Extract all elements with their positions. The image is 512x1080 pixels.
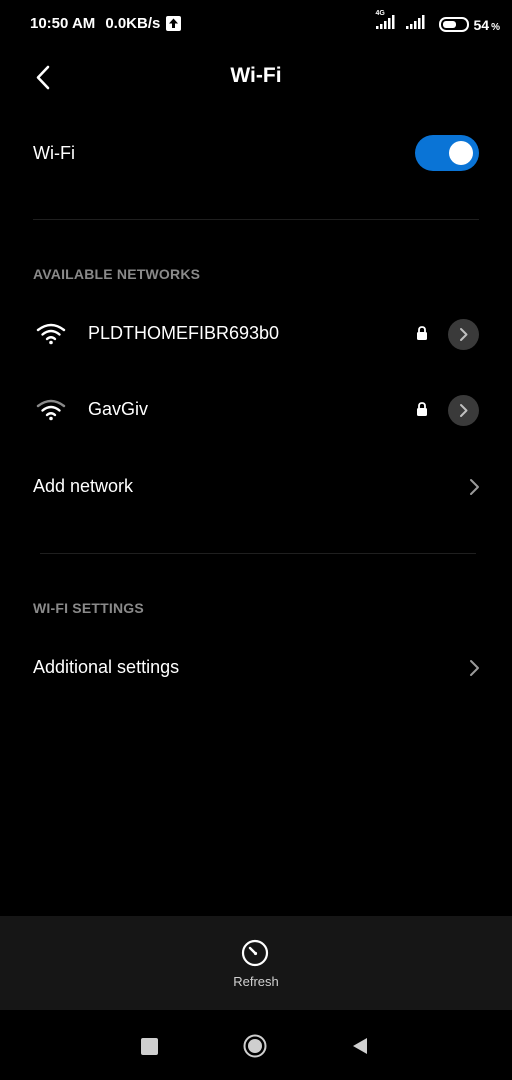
available-networks-header: AVAILABLE NETWORKS xyxy=(33,266,201,282)
cellular-signal-icon-2 xyxy=(405,14,429,35)
refresh-label: Refresh xyxy=(233,974,279,989)
wifi-signal-icon xyxy=(36,399,66,421)
network-name: PLDTHOMEFIBR693b0 xyxy=(88,323,280,343)
refresh-button[interactable]: Refresh xyxy=(206,934,306,1004)
network-details-button[interactable] xyxy=(448,319,479,350)
system-nav-bar xyxy=(0,1010,512,1080)
refresh-icon xyxy=(241,939,269,967)
chevron-right-icon xyxy=(460,328,468,341)
wifi-toggle-switch[interactable] xyxy=(415,135,479,171)
upload-arrow-icon xyxy=(166,16,182,31)
chevron-right-icon xyxy=(460,404,468,417)
home-circle-icon[interactable] xyxy=(243,1034,267,1058)
battery-level: 54 xyxy=(473,16,490,33)
network-details-button[interactable] xyxy=(448,395,479,426)
toggle-knob xyxy=(449,141,473,165)
chevron-right-icon xyxy=(470,660,479,676)
wifi-settings-screen: 10:50 AM 0.0KB/s 4G 54 % Wi-Fi Wi-Fi AVA… xyxy=(0,0,512,1080)
divider xyxy=(33,219,479,220)
status-bar: 10:50 AM 0.0KB/s 4G 54 % xyxy=(0,0,512,48)
network-item-pldthomefibr693b0[interactable]: PLDTHOMEFIBR693b0 xyxy=(0,304,512,364)
network-type-label: 4G xyxy=(375,10,385,17)
cellular-signal-icon-1: 4G xyxy=(375,10,399,35)
status-time: 10:50 AM xyxy=(30,15,96,32)
network-speed: 0.0KB/s xyxy=(105,15,161,32)
lock-icon xyxy=(417,402,427,416)
status-right: 4G 54 % xyxy=(375,10,500,35)
chevron-right-icon xyxy=(470,479,479,495)
action-bar: Refresh xyxy=(0,916,512,1010)
lock-icon xyxy=(417,326,427,340)
wifi-signal-icon xyxy=(36,323,66,345)
recents-square-icon[interactable] xyxy=(141,1038,158,1055)
wifi-toggle-label: Wi-Fi xyxy=(33,143,75,163)
page-title: Wi-Fi xyxy=(230,64,282,87)
additional-settings-label: Additional settings xyxy=(33,657,180,677)
additional-settings-row[interactable]: Additional settings xyxy=(0,640,512,696)
add-network-label: Add network xyxy=(33,476,134,496)
network-item-gavgiv[interactable]: GavGiv xyxy=(0,380,512,440)
battery-unit: % xyxy=(491,22,500,33)
wifi-toggle-row[interactable]: Wi-Fi xyxy=(0,128,512,178)
battery-fill xyxy=(442,21,456,28)
back-triangle-icon[interactable] xyxy=(350,1036,370,1056)
network-name: GavGiv xyxy=(88,399,149,419)
divider xyxy=(40,553,476,554)
wifi-settings-header: WI-FI SETTINGS xyxy=(33,600,144,616)
status-left: 10:50 AM 0.0KB/s xyxy=(30,15,182,32)
header: Wi-Fi xyxy=(0,52,512,102)
battery-icon xyxy=(438,17,469,32)
add-network-row[interactable]: Add network xyxy=(0,459,512,515)
